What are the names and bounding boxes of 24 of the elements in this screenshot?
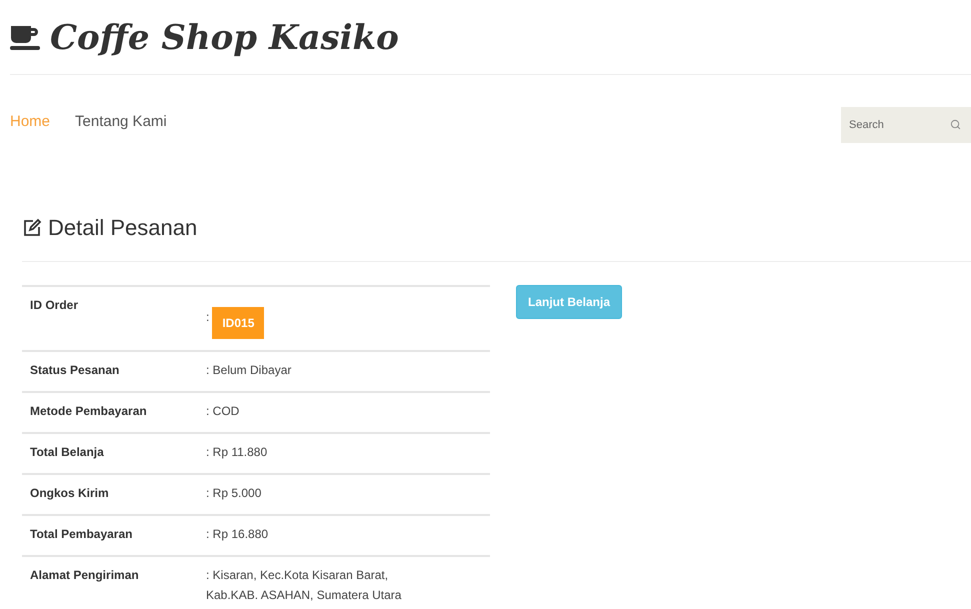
nav-link[interactable]: Home (10, 112, 50, 130)
row-label: Status Pesanan (22, 351, 198, 392)
row-label: Metode Pembayaran (22, 392, 198, 433)
table-cell: : Rp 16.880 (198, 515, 490, 556)
nav-link[interactable]: Tentang Kami (75, 112, 167, 130)
table-cell: : Rp 5.000 (198, 474, 490, 515)
row-label: Alamat Pengiriman (22, 556, 198, 609)
edit-icon (22, 218, 42, 238)
table-cell: : Belum Dibayar (198, 351, 490, 392)
row-label: ID Order (22, 286, 198, 351)
table-cell: : Rp 11.880 (198, 433, 490, 474)
page-heading: Detail Pesanan (48, 215, 198, 241)
row-label: Total Belanja (22, 433, 198, 474)
row-label: Total Pembayaran (22, 515, 198, 556)
search-icon (950, 119, 961, 130)
table-cell: : COD (198, 392, 490, 433)
site-title: Coffe Shop Kasiko (50, 18, 399, 58)
coffee-cup-icon (10, 25, 40, 51)
row-label: Ongkos Kirim (22, 474, 198, 515)
search-field[interactable]: Search (841, 107, 971, 143)
continue-shopping-button[interactable]: Lanjut Belanja (516, 285, 622, 319)
separator-text: : (206, 309, 210, 326)
table-cell: : Kisaran, Kec.Kota Kisaran Barat, Kab.KAB. ASAHAN, Sumatera Utara (198, 556, 490, 609)
order-id-badge: ID015 (212, 307, 264, 339)
